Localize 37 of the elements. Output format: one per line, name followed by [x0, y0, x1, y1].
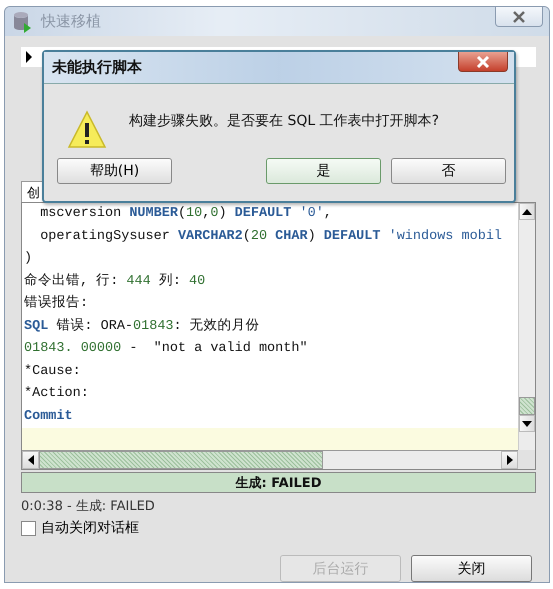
close-button[interactable] [495, 7, 543, 27]
scrollbar-thumb[interactable] [39, 451, 323, 469]
horizontal-scrollbar[interactable] [22, 450, 518, 469]
code-line: 错误报告: [24, 294, 90, 313]
dialog-button[interactable]: 帮助(H) [57, 158, 172, 184]
code-line: 01843. 00000 - "not a valid month" [24, 340, 309, 358]
close-icon [474, 56, 492, 68]
scrollbar-corner [518, 450, 535, 469]
window-title: 快速移植 [41, 12, 102, 31]
checkbox[interactable] [21, 520, 36, 536]
code-line: operatingSysuser VARCHAR2(20 CHAR) DEFAULT 'windows mobil [39, 228, 504, 246]
up-arrow-icon[interactable] [522, 208, 532, 214]
button[interactable]: 关闭 [411, 555, 532, 582]
close-icon [511, 10, 527, 22]
checkbox-label: 自动关闭对话框 [41, 519, 139, 537]
expand-arrow-icon[interactable] [25, 51, 33, 63]
down-arrow-icon[interactable] [522, 420, 532, 426]
close-button[interactable] [458, 52, 508, 72]
code-line: ) [24, 250, 34, 268]
code-line: mscversion NUMBER(10,0) DEFAULT '0', [39, 205, 333, 223]
warning-icon [67, 110, 107, 150]
scrollbar-thumb[interactable] [519, 397, 535, 415]
dialog-button[interactable]: 否 [391, 158, 506, 184]
dialog-title: 未能执行脚本 [52, 58, 143, 77]
code-line: SQL 错误: ORA-01843: 无效的月份 [24, 317, 261, 336]
status-text: 0:0:38 - 生成: FAILED [21, 498, 156, 516]
dialog-message: 构建步骤失败。是否要在 SQL 工作表中打开脚本? [129, 112, 440, 130]
database-icon [13, 10, 33, 32]
code-line: 命令出错, 行: 444 列: 40 [24, 272, 206, 290]
progress-label: 生成: FAILED [236, 474, 322, 492]
left-arrow-icon[interactable] [28, 455, 34, 465]
vertical-scrollbar[interactable] [518, 203, 535, 450]
dialog-button[interactable]: 是 [266, 158, 381, 184]
code-line: *Action: [24, 385, 90, 403]
code-line: Commit [24, 408, 74, 426]
right-arrow-icon[interactable] [506, 455, 512, 465]
code-line: *Cause: [24, 362, 82, 380]
